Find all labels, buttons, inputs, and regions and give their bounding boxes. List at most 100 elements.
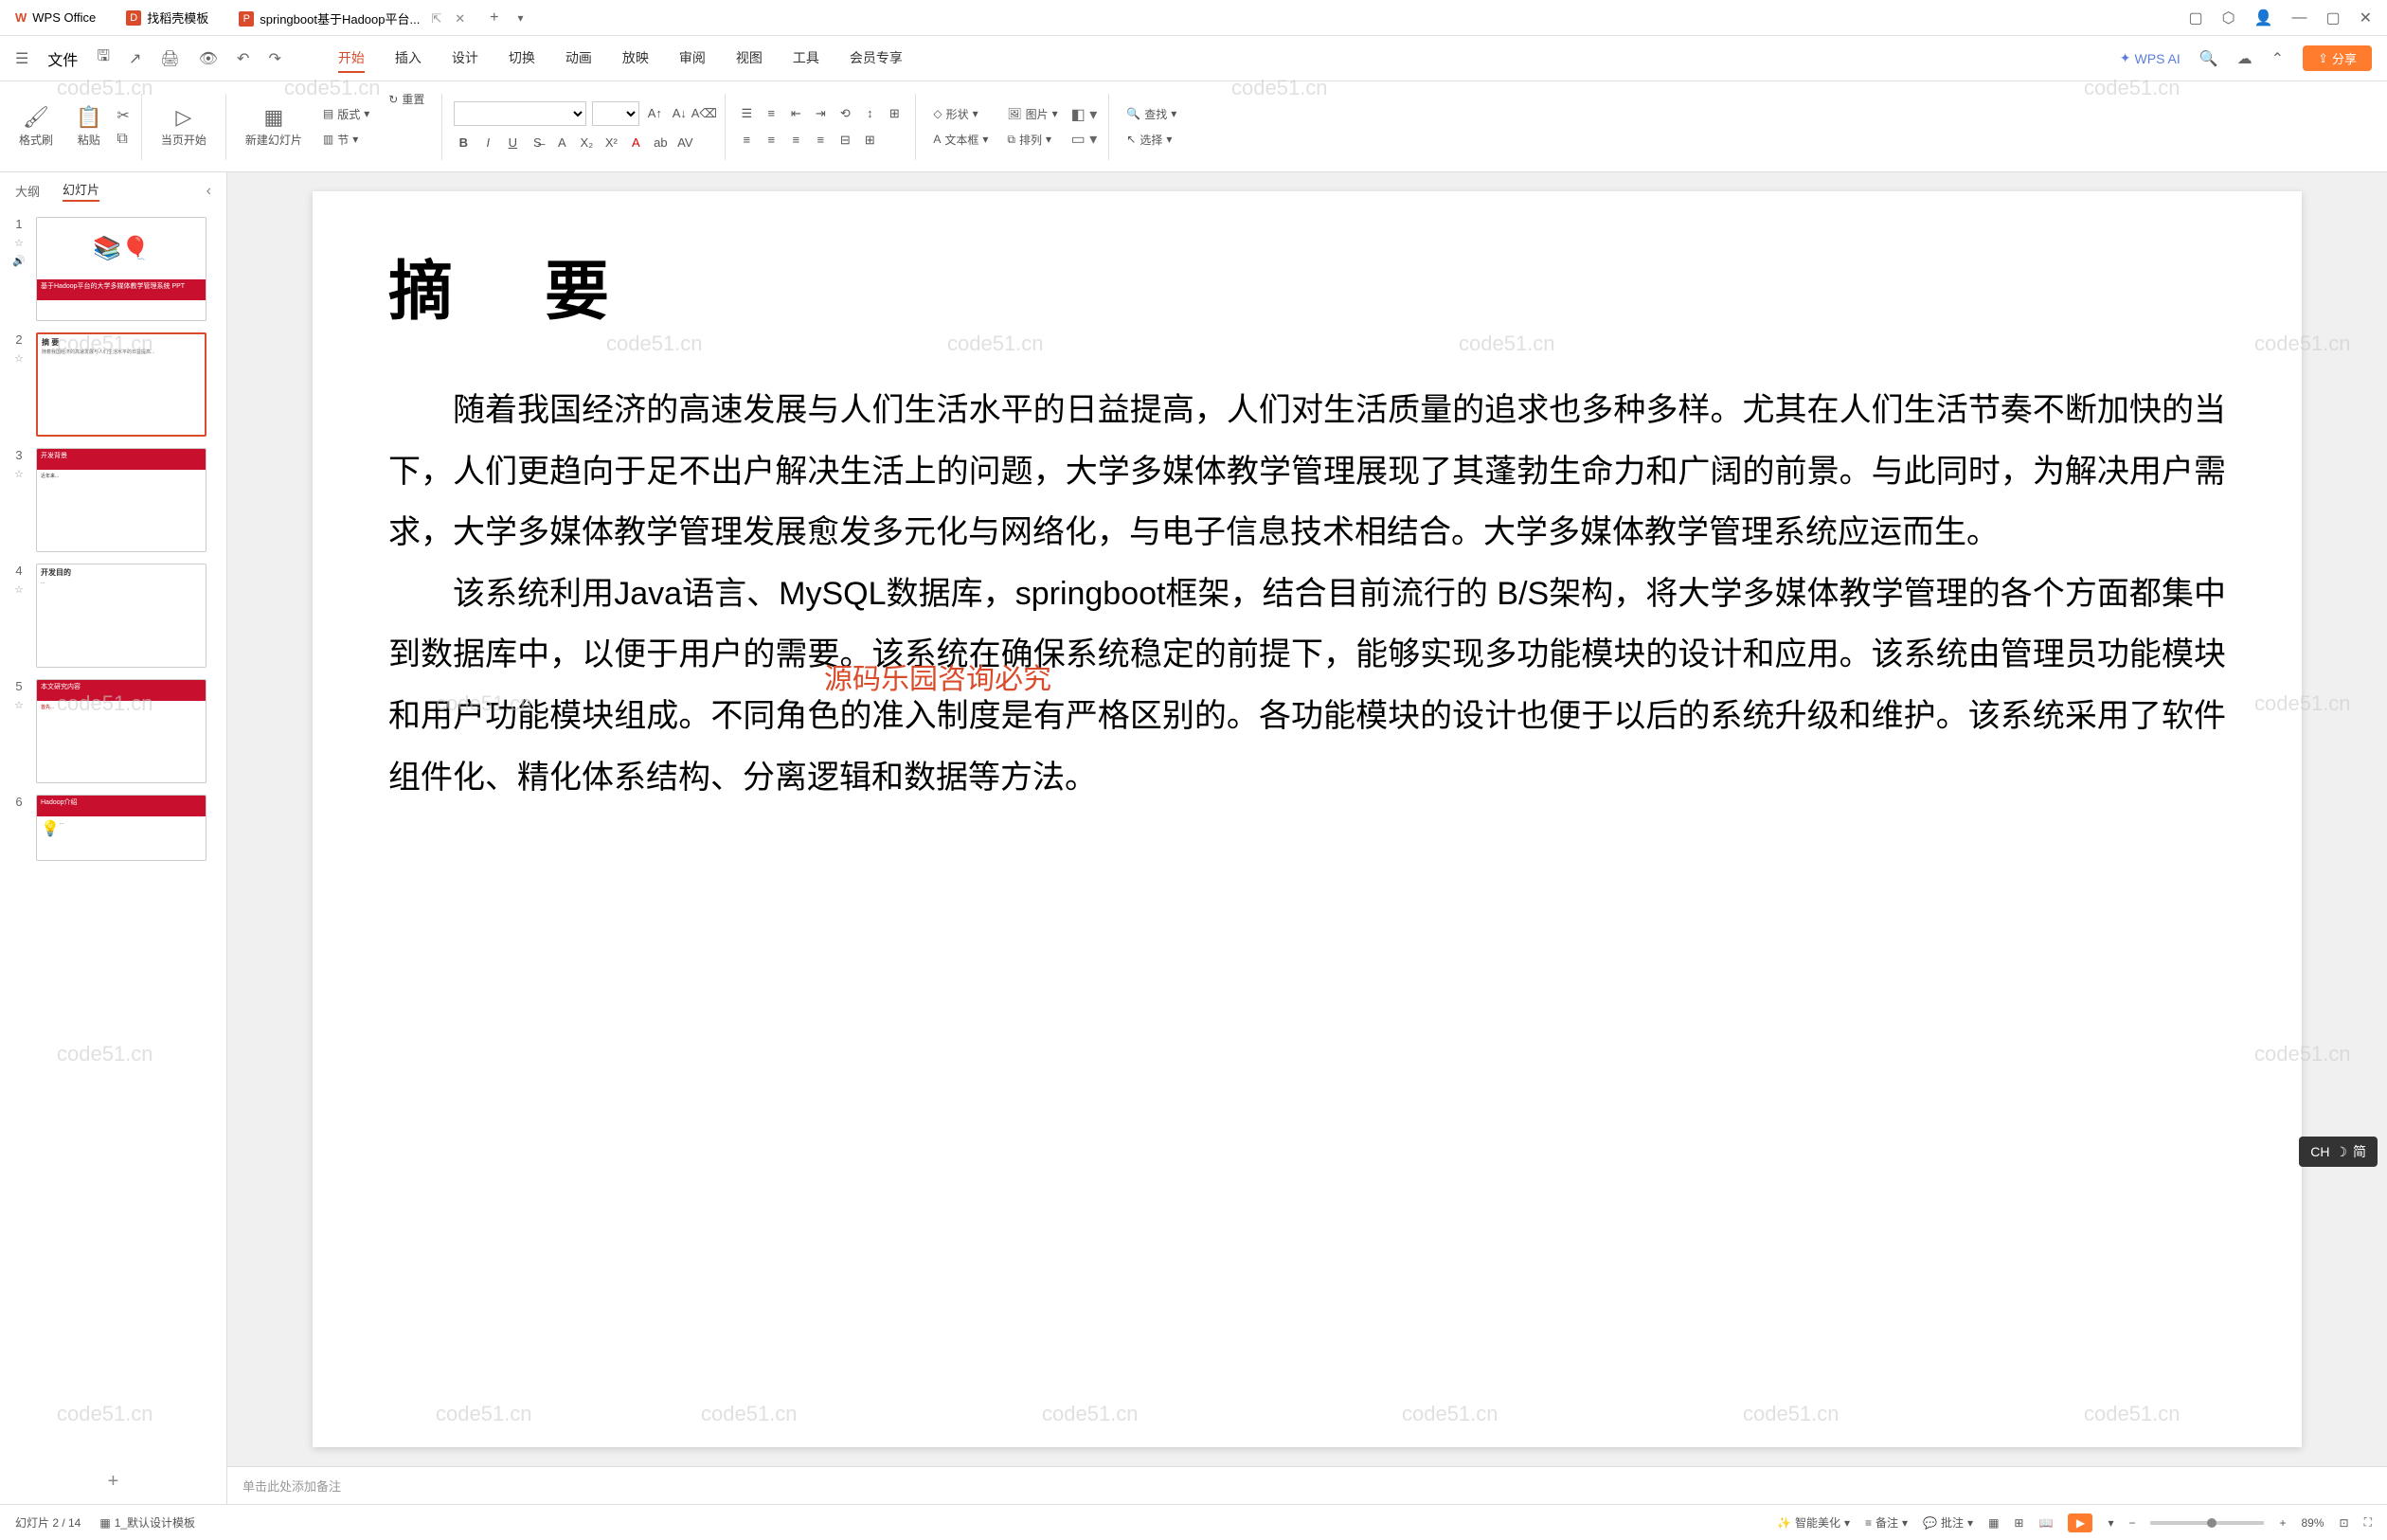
align-left-icon[interactable]: ≡ — [737, 131, 756, 150]
menu-icon[interactable]: ☰ — [15, 49, 28, 68]
align-justify-icon[interactable]: ≡ — [811, 131, 830, 150]
superscript-icon[interactable]: X² — [601, 134, 620, 152]
slideshow-button[interactable]: ▶ — [2068, 1513, 2092, 1532]
reset-button[interactable]: ↻重置 — [383, 89, 430, 109]
find-button[interactable]: 🔍查找 ▾ — [1121, 104, 1182, 124]
export-icon[interactable]: ↗ — [129, 49, 141, 68]
tab-slideshow[interactable]: 放映 — [622, 45, 649, 73]
cut-icon[interactable]: ✂ — [117, 106, 129, 125]
char-spacing-icon[interactable]: AV — [675, 134, 694, 152]
increase-font-icon[interactable]: A↑ — [645, 104, 664, 123]
increase-indent-icon[interactable]: ⇥ — [811, 104, 830, 123]
beautify-button[interactable]: ✨智能美化 ▾ — [1777, 1514, 1850, 1531]
picture-button[interactable]: 🖼图片 ▾ — [1001, 104, 1063, 124]
shape-button[interactable]: ◇形状 ▾ — [927, 104, 994, 124]
preview-icon[interactable]: 👁 — [199, 49, 218, 68]
tab-outline[interactable]: 大纲 — [15, 182, 40, 200]
tab-view[interactable]: 视图 — [736, 45, 763, 73]
thumbnail-2[interactable]: 摘 要随着我国经济的高速发展与人们生活水平的日益提高... — [36, 332, 206, 437]
sorter-view-icon[interactable]: ⊞ — [2014, 1516, 2023, 1530]
align-right-icon[interactable]: ≡ — [786, 131, 805, 150]
bold-icon[interactable]: B — [454, 134, 473, 152]
thumbnail-5[interactable]: 本文研究内容 首先... — [36, 679, 206, 783]
cloud-icon[interactable]: ☁ — [2237, 49, 2252, 68]
zoom-thumb[interactable] — [2207, 1518, 2216, 1528]
tab-member[interactable]: 会员专享 — [850, 45, 903, 73]
new-slide-button[interactable]: ▦ 新建幻灯片 — [238, 101, 310, 152]
tab-pin-icon[interactable]: ⇱ — [431, 11, 441, 27]
add-slide-button[interactable]: + — [0, 1459, 226, 1504]
slide[interactable]: 摘 要 随着我国经济的高速发展与人们生活水平的日益提高，人们对生活质量的追求也多… — [313, 191, 2302, 1447]
arrange-button[interactable]: ⧉排列 ▾ — [1001, 130, 1063, 150]
maximize-icon[interactable]: ▢ — [2325, 9, 2340, 27]
font-color-icon[interactable]: A — [626, 134, 645, 152]
select-button[interactable]: ↖选择 ▾ — [1121, 130, 1182, 150]
close-window-icon[interactable]: ✕ — [2360, 9, 2372, 27]
bullets-icon[interactable]: ☰ — [737, 104, 756, 123]
shadow-icon[interactable]: A — [552, 134, 571, 152]
tab-templates[interactable]: D 找稻壳模板 — [111, 0, 224, 35]
tab-design[interactable]: 设计 — [452, 45, 478, 73]
tab-tools[interactable]: 工具 — [793, 45, 819, 73]
line-spacing-icon[interactable]: ↕ — [860, 104, 879, 123]
expand-icon[interactable]: ⛶ — [2364, 1515, 2372, 1530]
font-size-select[interactable] — [592, 101, 639, 126]
tab-start[interactable]: 开始 — [338, 45, 365, 73]
avatar-icon[interactable]: 👤 — [2254, 9, 2273, 27]
decrease-indent-icon[interactable]: ⇤ — [786, 104, 805, 123]
highlight-icon[interactable]: ab — [651, 134, 670, 152]
save-icon[interactable]: 🖫 — [97, 45, 110, 71]
textbox-button[interactable]: A文本框 ▾ — [927, 130, 994, 150]
layout-button[interactable]: ▤版式 ▾ — [317, 104, 375, 124]
fit-icon[interactable]: ⊡ — [2340, 1516, 2349, 1530]
template-indicator[interactable]: ▦1_默认设计模板 — [99, 1514, 195, 1531]
slideshow-dropdown[interactable]: ▾ — [2108, 1516, 2113, 1530]
tab-insert[interactable]: 插入 — [395, 45, 422, 73]
zoom-in-icon[interactable]: + — [2279, 1516, 2286, 1530]
outline-icon[interactable]: ▭ ▾ — [1071, 130, 1098, 149]
reading-view-icon[interactable]: 📖 — [2038, 1516, 2053, 1530]
search-icon[interactable]: 🔍 — [2199, 49, 2218, 68]
add-tab-button[interactable]: + — [480, 9, 508, 27]
print-icon[interactable]: 🖨 — [160, 49, 179, 68]
section-button[interactable]: ▥节 ▾ — [317, 130, 375, 150]
wps-ai-button[interactable]: ✦WPS AI — [2120, 50, 2181, 66]
italic-icon[interactable]: I — [478, 134, 497, 152]
notes-bar[interactable]: 单击此处添加备注 — [227, 1466, 2387, 1504]
thumbnail-3[interactable]: 开发背景 近年来... — [36, 448, 206, 552]
subscript-icon[interactable]: X₂ — [577, 134, 596, 152]
thumbnail-1[interactable]: 📚🎈 基于Hadoop平台的大学多媒体教学管理系统 PPT — [36, 217, 206, 321]
from-current-button[interactable]: ▷ 当页开始 — [153, 101, 214, 152]
fill-icon[interactable]: ◧ ▾ — [1071, 105, 1098, 124]
font-family-select[interactable] — [454, 101, 586, 126]
thumbnails[interactable]: 1☆🔊 📚🎈 基于Hadoop平台的大学多媒体教学管理系统 PPT 2☆ 摘 要… — [0, 209, 226, 1459]
copy-icon[interactable]: ⧉ — [117, 131, 129, 148]
tab-document[interactable]: P springboot基于Hadoop平台... ⇱ ✕ — [224, 0, 480, 35]
tab-dropdown[interactable]: ▾ — [509, 11, 533, 25]
notes-toggle[interactable]: ≡备注 ▾ — [1865, 1514, 1908, 1531]
align-center-icon[interactable]: ≡ — [762, 131, 781, 150]
zoom-out-icon[interactable]: − — [2128, 1516, 2135, 1530]
thumbnail-6[interactable]: Hadoop介绍 💡... — [36, 795, 206, 861]
tab-animation[interactable]: 动画 — [565, 45, 592, 73]
numbering-icon[interactable]: ≡ — [762, 104, 781, 123]
align-text-icon[interactable]: ⊞ — [885, 104, 904, 123]
minimize-icon[interactable]: — — [2291, 9, 2306, 27]
columns-icon[interactable]: ⊞ — [860, 131, 879, 150]
tab-review[interactable]: 审阅 — [679, 45, 706, 73]
comments-toggle[interactable]: 💬批注 ▾ — [1923, 1514, 1973, 1531]
decrease-font-icon[interactable]: A↓ — [670, 104, 689, 123]
normal-view-icon[interactable]: ▦ — [1988, 1516, 1999, 1530]
collapse-ribbon-icon[interactable]: ⌃ — [2271, 49, 2284, 68]
cube-icon[interactable]: ⬡ — [2222, 9, 2235, 27]
tab-wps-home[interactable]: W WPS Office — [0, 0, 111, 35]
clear-format-icon[interactable]: A⌫ — [694, 104, 713, 123]
tab-slides[interactable]: 幻灯片 — [63, 180, 99, 202]
zoom-slider[interactable] — [2150, 1521, 2264, 1525]
share-button[interactable]: ⇪分享 — [2303, 45, 2372, 71]
redo-icon[interactable]: ↷ — [268, 49, 280, 68]
close-icon[interactable]: ✕ — [455, 11, 465, 27]
paste-button[interactable]: 📋 粘贴 — [68, 101, 109, 152]
tab-transition[interactable]: 切换 — [509, 45, 535, 73]
undo-icon[interactable]: ↶ — [237, 49, 249, 68]
